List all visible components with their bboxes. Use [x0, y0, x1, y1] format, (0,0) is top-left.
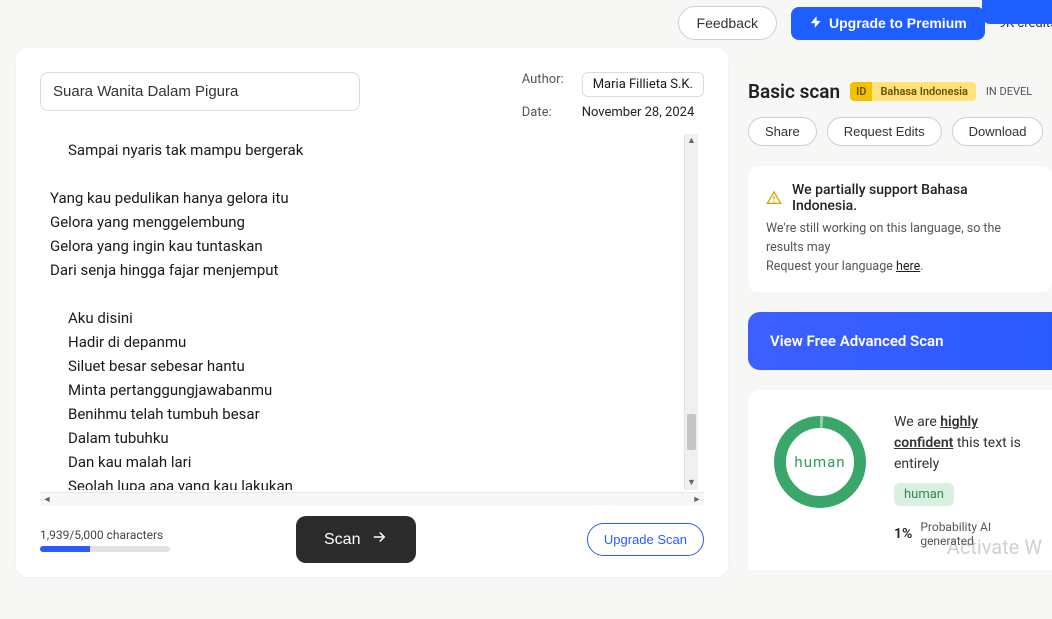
- horizontal-scrollbar[interactable]: ◄ ►: [40, 492, 704, 506]
- editor-line: Minta pertanggungjawabanmu: [50, 378, 664, 402]
- download-button[interactable]: Download: [952, 117, 1044, 146]
- editor-line: [50, 162, 664, 186]
- editor-line: Dari senja hingga fajar menjemput: [50, 258, 664, 282]
- author-value[interactable]: Maria Fillieta S.K.: [582, 72, 704, 97]
- warning-body: We're still working on this language, so…: [766, 220, 1034, 276]
- editor-line: Seolah lupa apa yang kau lakukan: [50, 474, 664, 490]
- editor-line: Dan kau malah lari: [50, 450, 664, 474]
- lang-name: Bahasa Indonesia: [872, 82, 975, 101]
- language-badge: ID Bahasa Indonesia: [850, 82, 976, 101]
- human-pill: human: [894, 483, 954, 506]
- editor-line: Dalam tubuhku: [50, 426, 664, 450]
- editor-line: Benihmu telah tumbuh besar: [50, 402, 664, 426]
- char-progress: [40, 546, 170, 552]
- document-title-input[interactable]: [40, 72, 360, 111]
- char-count: 1,939/5,000 characters: [40, 528, 170, 542]
- feedback-button[interactable]: Feedback: [678, 6, 777, 40]
- result-card: human We are highly confident this text …: [748, 390, 1052, 570]
- corner-accent: [982, 0, 1052, 24]
- scroll-up-icon[interactable]: ▲: [685, 134, 698, 148]
- request-edits-button[interactable]: Request Edits: [827, 117, 942, 146]
- scroll-down-icon[interactable]: ▼: [685, 476, 698, 490]
- probability-percent: 1%: [894, 526, 912, 542]
- arrow-right-icon: [370, 528, 388, 551]
- scroll-left-icon[interactable]: ◄: [40, 494, 54, 505]
- scan-title: Basic scan: [748, 80, 840, 103]
- donut-label: human: [794, 453, 845, 471]
- editor-line: Yang kau pedulikan hanya gelora itu: [50, 186, 664, 210]
- date-label: Date:: [522, 105, 564, 120]
- result-donut: human: [770, 412, 870, 512]
- editor-line: Gelora yang menggelembung: [50, 210, 664, 234]
- upgrade-label: Upgrade to Premium: [829, 15, 967, 31]
- editor-panel: Author: Maria Fillieta S.K. Date: Novemb…: [16, 48, 728, 577]
- results-panel: Basic scan ID Bahasa Indonesia IN DEVEL …: [748, 48, 1052, 577]
- advanced-scan-banner[interactable]: View Free Advanced Scan: [748, 312, 1052, 370]
- lang-code: ID: [850, 82, 872, 101]
- share-button[interactable]: Share: [748, 117, 817, 146]
- bolt-icon: [809, 15, 823, 32]
- topbar: Feedback Upgrade to Premium 9K credits o…: [0, 0, 1052, 48]
- warning-icon: [766, 190, 782, 206]
- scroll-thumb[interactable]: [687, 414, 696, 450]
- scroll-right-icon[interactable]: ►: [690, 494, 704, 505]
- editor-line: Aku disini: [50, 306, 664, 330]
- result-text: We are highly confident this text is ent…: [894, 412, 1030, 475]
- author-label: Author:: [522, 72, 564, 97]
- editor-line: Siluet besar sebesar hantu: [50, 354, 664, 378]
- request-language-link[interactable]: here: [896, 259, 920, 274]
- editor-line: [50, 282, 664, 306]
- scan-button[interactable]: Scan: [296, 516, 416, 563]
- editor-line: Gelora yang ingin kau tuntaskan: [50, 234, 664, 258]
- date-value: November 28, 2024: [582, 105, 702, 120]
- vertical-scrollbar[interactable]: ▲ ▼: [684, 134, 698, 490]
- language-warning: We partially support Bahasa Indonesia. W…: [748, 166, 1052, 292]
- text-editor[interactable]: Sampai nyaris tak mampu bergerak Yang ka…: [40, 134, 704, 490]
- upgrade-scan-button[interactable]: Upgrade Scan: [587, 523, 704, 556]
- dev-status: IN DEVEL: [986, 85, 1032, 98]
- warning-heading: We partially support Bahasa Indonesia.: [792, 182, 1034, 214]
- upgrade-premium-button[interactable]: Upgrade to Premium: [791, 7, 985, 40]
- editor-line: Hadir di depanmu: [50, 330, 664, 354]
- probability-label: Probability AI generated: [920, 520, 1030, 548]
- scan-label: Scan: [324, 531, 360, 549]
- editor-line: Sampai nyaris tak mampu bergerak: [50, 138, 664, 162]
